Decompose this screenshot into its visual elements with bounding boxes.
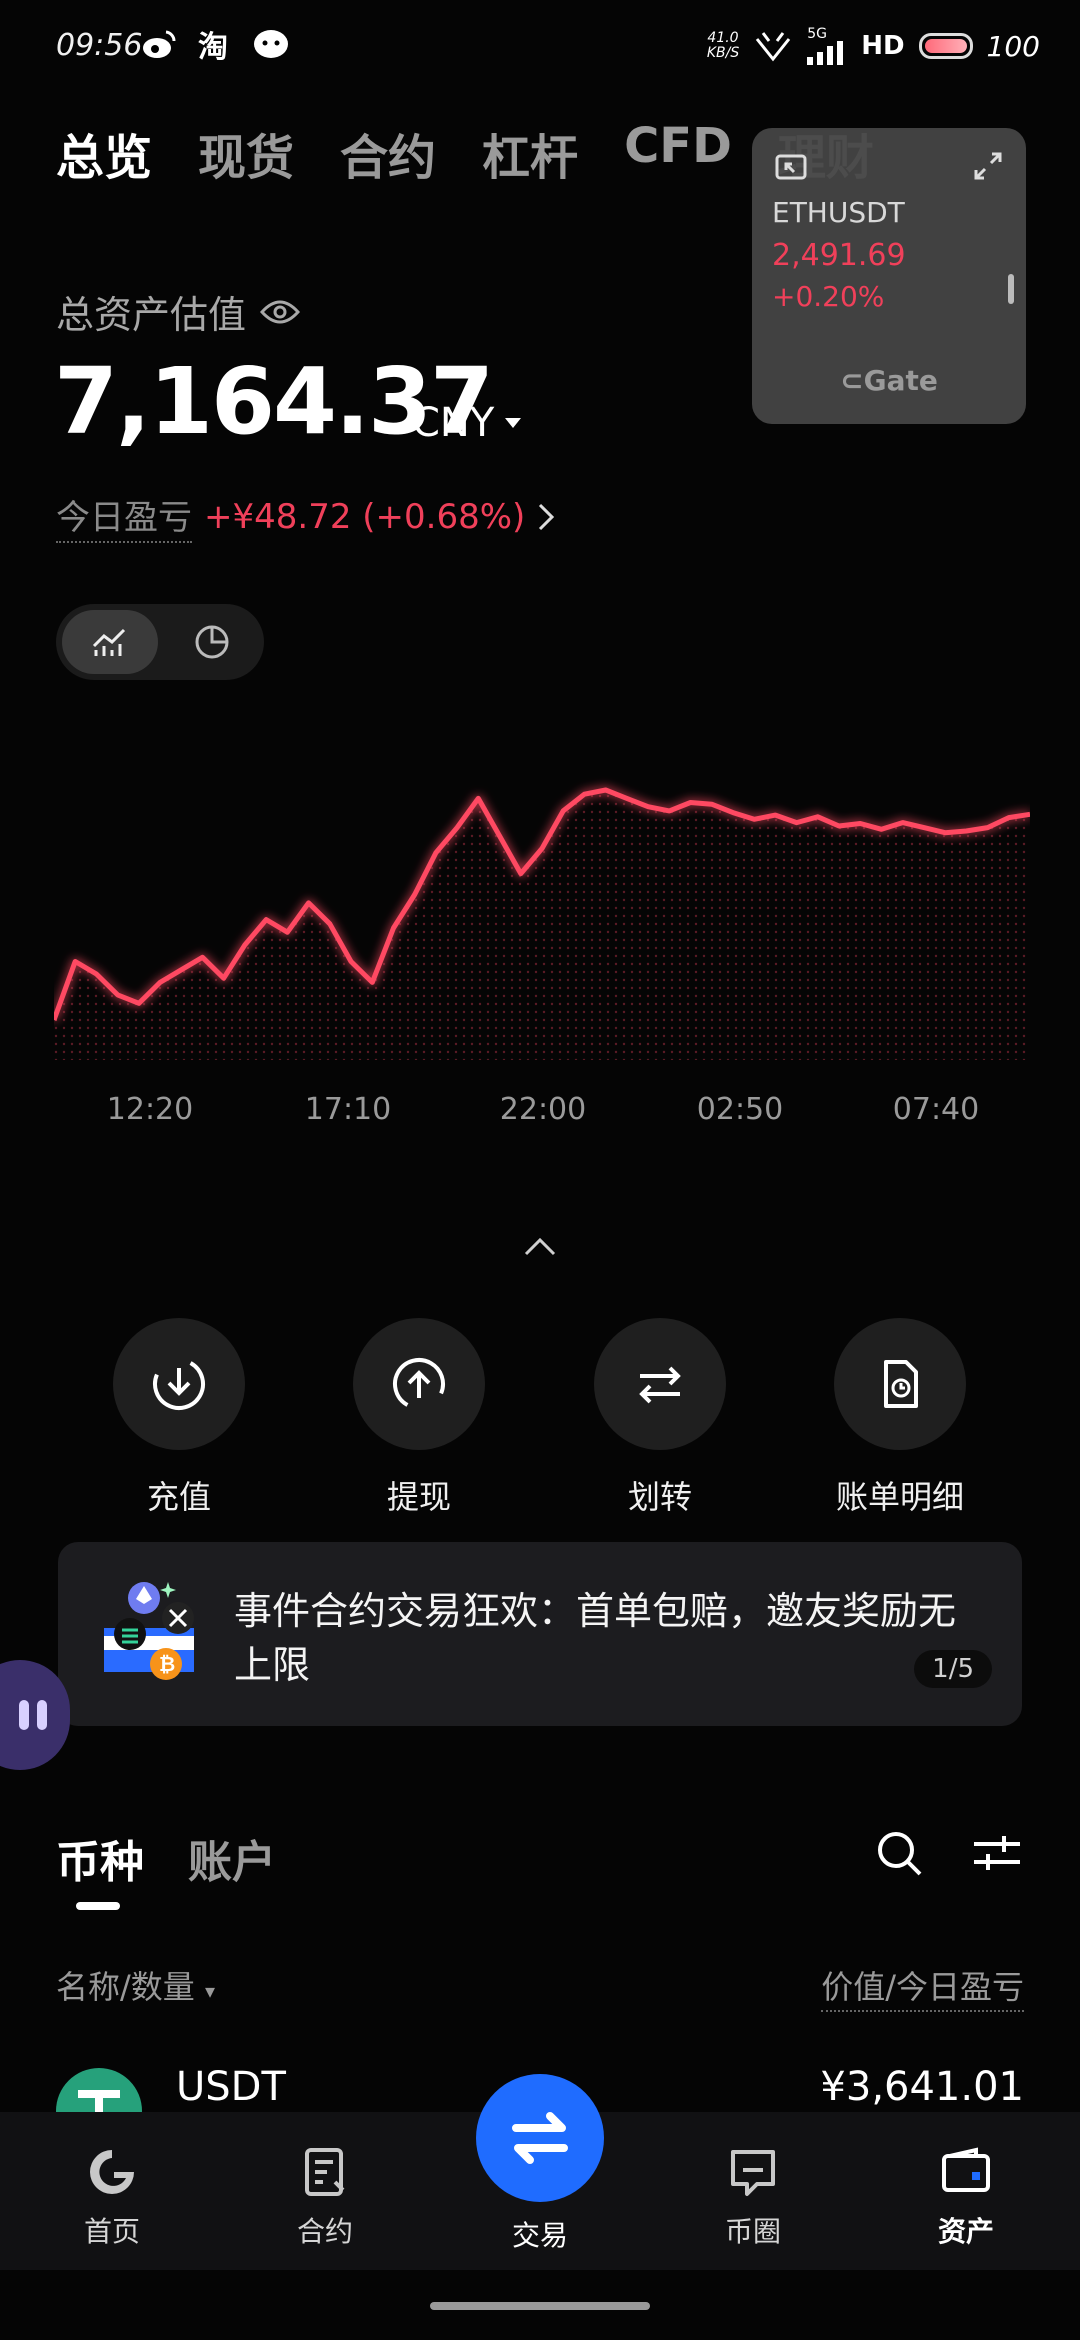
wifi-icon xyxy=(756,32,791,62)
status-indicators: 41.0 KB/S 5G HD 100 xyxy=(707,26,1040,66)
chart-view-toggle xyxy=(56,604,264,680)
nav-assets[interactable]: 资产 xyxy=(886,2144,1046,2250)
tab-coins[interactable]: 币种 xyxy=(56,1826,144,1890)
x-tick-label: 02:50 xyxy=(696,1092,784,1127)
asset-name[interactable]: USDT xyxy=(176,2064,286,2110)
contract-icon xyxy=(305,2148,345,2196)
wechat-icon xyxy=(252,26,290,64)
x-tick-label: 22:00 xyxy=(499,1092,587,1127)
transfer-button[interactable]: 划转 xyxy=(560,1318,760,1518)
asset-section-tabs: 币种 账户 xyxy=(56,1826,276,1890)
banner-pager: 1/5 xyxy=(914,1650,992,1688)
widget-symbol: ETHUSDT xyxy=(772,196,905,229)
bill-details-button[interactable]: 账单明细 xyxy=(800,1318,1000,1518)
svg-text:淘: 淘 xyxy=(198,30,228,64)
status-time: 09:56 xyxy=(56,28,143,63)
community-icon xyxy=(731,2150,775,2196)
trade-label: 交易 xyxy=(511,2219,568,2252)
deposit-icon xyxy=(153,1358,205,1410)
tab-cfd[interactable]: CFD xyxy=(624,118,732,188)
chevron-right-icon xyxy=(539,503,555,530)
svg-text:₿: ₿ xyxy=(159,1652,175,1676)
collapse-chevron-icon[interactable] xyxy=(520,1232,560,1262)
hd-indicator: HD xyxy=(861,31,905,61)
withdraw-icon xyxy=(393,1358,445,1410)
nav-contract[interactable]: 合约 xyxy=(245,2144,405,2250)
asset-value: ¥3,641.01 xyxy=(820,2064,1024,2110)
value-pnl-header[interactable]: 价值/今日盈亏 xyxy=(821,1962,1024,2012)
network-type: 5G xyxy=(807,26,827,42)
nav-community[interactable]: 币圈 xyxy=(673,2144,833,2250)
trade-icon xyxy=(512,2112,568,2164)
widget-scrollbar[interactable] xyxy=(1008,274,1014,304)
weibo-icon xyxy=(140,26,178,64)
deposit-button[interactable]: 充值 xyxy=(79,1318,279,1518)
eye-icon[interactable] xyxy=(260,298,301,326)
taobao-icon: 淘 xyxy=(196,26,234,65)
sort-by-name-quantity[interactable]: 名称/数量 ▾ xyxy=(56,1962,215,2008)
signal-icon xyxy=(807,41,844,65)
promo-banner[interactable]: ₿ 事件合约交易狂欢：首单包赔，邀友奖励无上限 1/5 xyxy=(58,1542,1022,1726)
picture-in-picture-icon[interactable] xyxy=(774,150,808,184)
total-assets-label: 总资产估值 xyxy=(56,284,301,339)
asset-line-chart xyxy=(54,787,1030,1060)
home-icon xyxy=(90,2150,134,2194)
caret-down-icon: ▾ xyxy=(204,1979,216,2003)
widget-price: 2,491.69 xyxy=(772,238,906,273)
expand-icon[interactable] xyxy=(972,150,1004,182)
withdraw-button[interactable]: 提现 xyxy=(319,1318,519,1518)
line-chart-icon xyxy=(92,628,126,656)
active-tab-indicator xyxy=(76,1902,120,1910)
filter-sliders-icon[interactable] xyxy=(970,1826,1024,1880)
today-pnl-value: +¥48.72 (+0.68%) xyxy=(204,496,526,537)
caret-down-icon xyxy=(505,418,522,428)
tab-margin[interactable]: 杠杆 xyxy=(482,118,578,188)
tab-accounts[interactable]: 账户 xyxy=(188,1826,276,1890)
tab-overview[interactable]: 总览 xyxy=(56,118,152,188)
transfer-icon xyxy=(639,1366,681,1404)
battery-icon xyxy=(918,33,973,59)
gate-logo: ⊂Gate xyxy=(840,364,938,397)
currency-selector[interactable]: CNY xyxy=(412,400,522,446)
nav-home[interactable]: 首页 xyxy=(32,2144,192,2250)
floating-price-widget[interactable]: ETHUSDT 2,491.69 +0.20% ⊂Gate xyxy=(752,128,1026,424)
trade-button[interactable] xyxy=(476,2074,604,2202)
widget-change: +0.20% xyxy=(772,280,885,313)
bill-icon xyxy=(884,1360,918,1408)
today-pnl[interactable]: 今日盈亏 +¥48.72 (+0.68%) xyxy=(56,490,555,543)
line-chart-toggle[interactable] xyxy=(62,610,158,674)
net-speed: 41.0 KB/S xyxy=(706,30,740,61)
x-tick-label: 17:10 xyxy=(304,1092,392,1127)
gate-logo-icon: ⊂ xyxy=(840,364,864,397)
today-pnl-label: 今日盈亏 xyxy=(56,490,192,543)
wallet-icon xyxy=(942,2147,990,2192)
crypto-coins-illustration: ₿ xyxy=(104,1582,194,1680)
tab-futures[interactable]: 合约 xyxy=(340,118,436,188)
battery-level: 100 xyxy=(986,29,1040,63)
home-indicator[interactable] xyxy=(430,2302,650,2310)
banner-text: 事件合约交易狂欢：首单包赔，邀友奖励无上限 xyxy=(234,1589,957,1687)
tab-spot[interactable]: 现货 xyxy=(198,118,294,188)
x-tick-label: 12:20 xyxy=(106,1092,194,1127)
status-bar: 09:56 淘 41.0 KB/S 5G HD 100 xyxy=(0,0,1080,92)
pie-chart-icon xyxy=(195,625,229,659)
x-tick-label: 07:40 xyxy=(892,1092,980,1127)
search-icon[interactable] xyxy=(872,1826,926,1880)
pie-chart-toggle[interactable] xyxy=(164,610,260,674)
